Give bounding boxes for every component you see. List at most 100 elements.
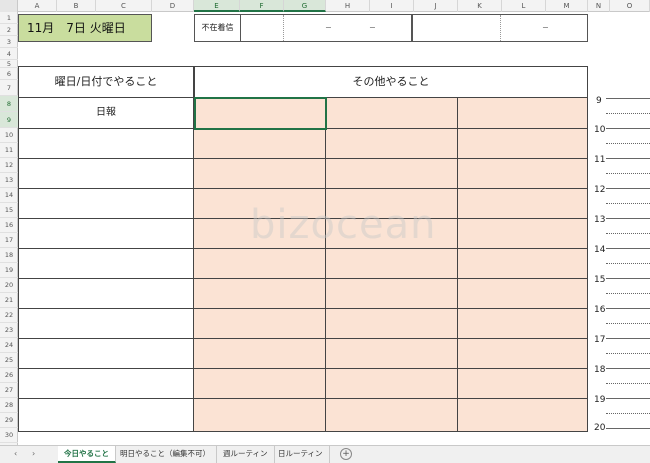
missed-calls-box[interactable]: 不在着信 − − — [194, 14, 412, 42]
row-header-3[interactable]: 3 — [0, 36, 18, 48]
row-header-14[interactable]: 14 — [0, 188, 18, 203]
other-task-cell[interactable] — [458, 309, 588, 339]
column-header-l[interactable]: L — [502, 0, 546, 12]
other-task-cell[interactable] — [326, 399, 458, 432]
other-task-cell[interactable] — [458, 399, 588, 432]
row-header-12[interactable]: 12 — [0, 158, 18, 173]
row-header-24[interactable]: 24 — [0, 338, 18, 353]
other-task-cell[interactable] — [194, 279, 326, 309]
row-header-8[interactable]: 8 — [0, 96, 18, 112]
row-header-21[interactable]: 21 — [0, 293, 18, 308]
column-header-f[interactable]: F — [240, 0, 284, 12]
other-task-cell[interactable] — [458, 249, 588, 279]
other-task-cell[interactable] — [194, 249, 326, 279]
date-cell[interactable]: 11月 7日 火曜日 — [18, 14, 152, 42]
other-task-cell[interactable] — [458, 189, 588, 219]
row-header-19[interactable]: 19 — [0, 263, 18, 278]
other-task-cell[interactable] — [194, 159, 326, 189]
prev-sheet-icon[interactable]: ‹ — [14, 449, 17, 458]
column-header-b[interactable]: B — [57, 0, 96, 12]
add-sheet-icon[interactable]: + — [340, 448, 352, 460]
column-header-e[interactable]: E — [194, 0, 240, 12]
date-task-row[interactable] — [18, 339, 194, 369]
row-header-22[interactable]: 22 — [0, 308, 18, 323]
row-header-10[interactable]: 10 — [0, 128, 18, 143]
column-header-g[interactable]: G — [284, 0, 326, 12]
row-header-30[interactable]: 30 — [0, 428, 18, 443]
column-header-c[interactable]: C — [96, 0, 152, 12]
row-header-9[interactable]: 9 — [0, 112, 18, 128]
other-task-cell[interactable] — [194, 339, 326, 369]
column-header-i[interactable]: I — [370, 0, 414, 12]
row-header-11[interactable]: 11 — [0, 143, 18, 158]
select-all-corner[interactable] — [0, 0, 18, 12]
other-task-cell[interactable] — [326, 249, 458, 279]
row-header-13[interactable]: 13 — [0, 173, 18, 188]
date-task-row[interactable] — [18, 399, 194, 432]
row-header-28[interactable]: 28 — [0, 398, 18, 413]
row-header-18[interactable]: 18 — [0, 248, 18, 263]
date-task-row[interactable] — [18, 219, 194, 249]
other-task-cell[interactable] — [458, 369, 588, 399]
other-task-cell[interactable] — [458, 219, 588, 249]
date-tasks-header[interactable]: 曜日/日付でやること — [18, 66, 194, 98]
date-task-row[interactable] — [18, 129, 194, 159]
row-header-2[interactable]: 2 — [0, 24, 18, 36]
row-header-1[interactable]: 1 — [0, 12, 18, 24]
column-header-n[interactable]: N — [588, 0, 610, 12]
date-task-row[interactable] — [18, 189, 194, 219]
column-header-m[interactable]: M — [546, 0, 588, 12]
active-cell-selection[interactable] — [194, 97, 327, 130]
other-task-cell[interactable] — [194, 309, 326, 339]
column-header-a[interactable]: A — [18, 0, 57, 12]
missed-calls-extension[interactable]: − — [412, 14, 588, 42]
date-task-row[interactable] — [18, 369, 194, 399]
row-header-5[interactable]: 5 — [0, 60, 18, 68]
other-task-cell[interactable] — [326, 129, 458, 159]
row-header-26[interactable]: 26 — [0, 368, 18, 383]
row-header-29[interactable]: 29 — [0, 413, 18, 428]
row-header-17[interactable]: 17 — [0, 233, 18, 248]
other-task-cell[interactable] — [194, 399, 326, 432]
row-header-27[interactable]: 27 — [0, 383, 18, 398]
cell-divider — [412, 15, 413, 41]
date-task-row[interactable] — [18, 249, 194, 279]
sheet-tab-weekly-routine[interactable]: 週ルーティン — [217, 446, 275, 463]
other-task-cell[interactable] — [458, 98, 588, 129]
next-sheet-icon[interactable]: › — [32, 449, 35, 458]
other-task-cell[interactable] — [458, 129, 588, 159]
date-task-row[interactable] — [18, 159, 194, 189]
date-task-row[interactable] — [18, 309, 194, 339]
row-header-23[interactable]: 23 — [0, 323, 18, 338]
date-task-row[interactable] — [18, 279, 194, 309]
row-header-7[interactable]: 7 — [0, 80, 18, 96]
sheet-tab-tomorrow[interactable]: 明日やること（編集不可） — [114, 446, 217, 463]
row-header-25[interactable]: 25 — [0, 353, 18, 368]
sheet-tab-daily-routine[interactable]: 日ルーティン — [272, 446, 330, 463]
sheet-grid[interactable]: 11月 7日 火曜日 不在着信 − − − 曜日/日付でやること その他やること… — [18, 12, 650, 445]
sheet-tab-today[interactable]: 今日やること — [58, 446, 116, 463]
other-task-cell[interactable] — [326, 98, 458, 129]
column-header-j[interactable]: J — [414, 0, 458, 12]
row-header-4[interactable]: 4 — [0, 48, 18, 60]
other-task-cell[interactable] — [326, 339, 458, 369]
row-header-6[interactable]: 6 — [0, 68, 18, 80]
other-task-cell[interactable] — [326, 369, 458, 399]
other-tasks-header[interactable]: その他やること — [194, 66, 588, 98]
date-task-row[interactable]: 日報 — [18, 98, 194, 129]
other-task-cell[interactable] — [458, 159, 588, 189]
other-task-cell[interactable] — [194, 369, 326, 399]
other-task-cell[interactable] — [194, 129, 326, 159]
row-header-15[interactable]: 15 — [0, 203, 18, 218]
column-header-k[interactable]: K — [458, 0, 502, 12]
other-task-cell[interactable] — [458, 339, 588, 369]
other-task-cell[interactable] — [458, 279, 588, 309]
row-header-20[interactable]: 20 — [0, 278, 18, 293]
column-header-d[interactable]: D — [152, 0, 194, 12]
row-header-16[interactable]: 16 — [0, 218, 18, 233]
other-task-cell[interactable] — [326, 279, 458, 309]
column-header-o[interactable]: O — [610, 0, 650, 12]
other-task-cell[interactable] — [326, 309, 458, 339]
other-task-cell[interactable] — [326, 159, 458, 189]
column-header-h[interactable]: H — [326, 0, 370, 12]
